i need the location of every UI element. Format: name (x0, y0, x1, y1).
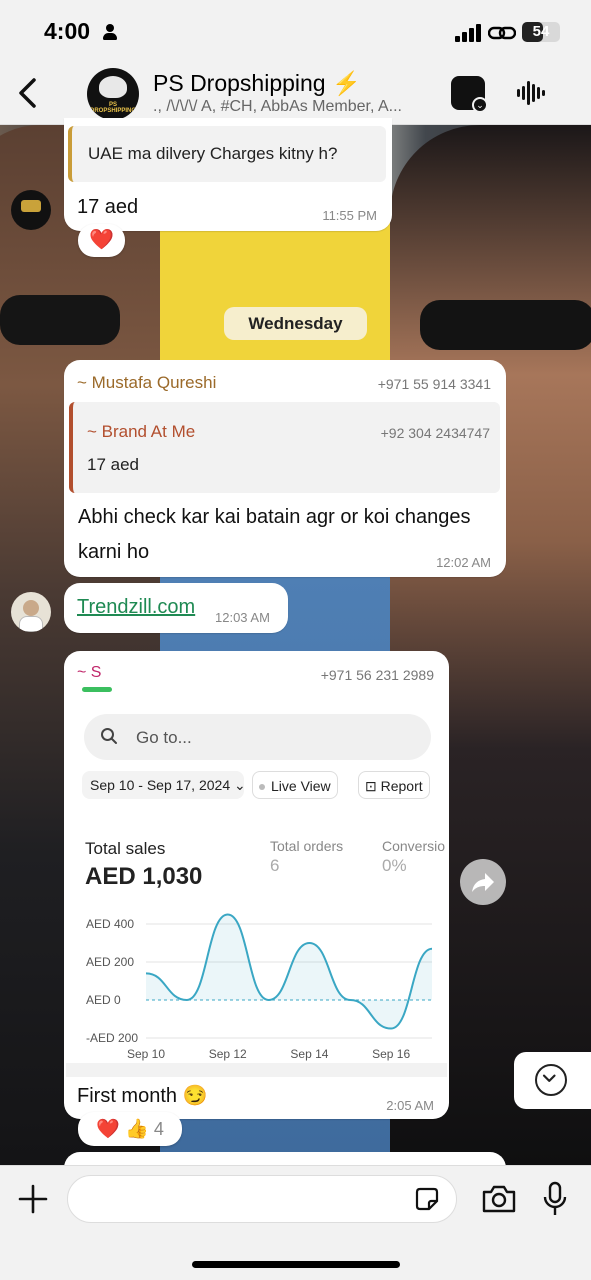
group-title[interactable]: PS Dropshipping ⚡ (153, 70, 361, 97)
date-divider: Wednesday (224, 307, 367, 340)
message-text: First month 😏 (77, 1085, 208, 1107)
quoted-phone: +92 304 2434747 (380, 425, 490, 441)
reaction-badge[interactable]: ❤️ 👍 4 (78, 1112, 182, 1146)
person-icon (103, 24, 117, 40)
reaction-badge[interactable]: ❤️ (78, 224, 125, 257)
total-sales-value: AED 1,030 (85, 863, 203, 890)
shared-screenshot[interactable]: Go to... Sep 10 - Sep 17, 2024 ⌄ Live Vi… (66, 681, 447, 1077)
chevron-down-icon: ⌄ (234, 777, 246, 793)
total-orders-value: 6 (270, 856, 280, 875)
forward-button[interactable] (460, 859, 506, 905)
message-text-line2: karni ho (78, 541, 150, 563)
message-bubble[interactable]: Trendzill.com 12:03 AM (64, 583, 288, 633)
quoted-sender: ~ Brand At Me (87, 422, 196, 441)
community-icon[interactable]: ⌄ (451, 76, 488, 113)
quoted-message[interactable]: ~ Brand At Me +92 304 2434747 17 aed (69, 402, 500, 493)
group-name: PS Dropshipping (153, 70, 326, 96)
search-input: Go to... (84, 714, 431, 760)
conversion-label: Conversio (382, 838, 446, 854)
sender-name[interactable]: ~ Mustafa Qureshi (77, 373, 216, 393)
group-avatar[interactable]: PS DROPSHIPPING (87, 68, 139, 120)
sender-avatar[interactable] (11, 592, 51, 632)
x-tick-label: Sep 12 (209, 1047, 247, 1061)
forward-icon (472, 873, 494, 892)
report-button: ⊡ Report (358, 771, 430, 799)
message-bubble[interactable]: ~ Mustafa Qureshi +971 55 914 3341 ~ Bra… (64, 360, 506, 577)
x-tick-label: Sep 14 (290, 1047, 328, 1061)
sender-phone: +971 55 914 3341 (377, 376, 491, 392)
clock: 4:00 (44, 18, 91, 44)
quoted-text: 17 aed (87, 455, 139, 474)
image-message-bubble[interactable]: ~ S +971 56 231 2989 Go to... Sep 10 - S… (64, 651, 449, 1119)
quoted-message[interactable]: UAE ma dilvery Charges kitny h? (68, 126, 386, 182)
message-link[interactable]: Trendzill.com (77, 596, 195, 619)
status-bar: 4:00 54 (0, 0, 591, 62)
scroll-to-bottom-button[interactable] (514, 1052, 591, 1109)
x-tick-label: Sep 10 (127, 1047, 165, 1061)
chevron-down-icon (535, 1064, 567, 1096)
message-text-line1: Abhi check kar kai batain agr or koi cha… (78, 506, 471, 528)
sales-line-chart: AED 400 AED 200 AED 0 -AED 200 Sep 10 Sep 12 S… (86, 913, 433, 1061)
report-icon: ⊡ (365, 778, 377, 794)
battery-icon: 54 (522, 22, 560, 42)
link-icon (488, 26, 516, 40)
sender-avatar[interactable] (11, 190, 51, 230)
x-tick-label: Sep 16 (372, 1047, 410, 1061)
voice-chat-icon[interactable] (517, 80, 545, 106)
message-bubble[interactable]: UAE ma dilvery Charges kitny h? 17 aed 1… (64, 118, 392, 231)
message-time: 12:03 AM (215, 610, 270, 625)
y-tick-label: AED 200 (86, 955, 134, 969)
y-tick-label: AED 0 (86, 993, 121, 1007)
signal-icon (455, 24, 483, 42)
message-time: 11:55 PM (322, 208, 377, 223)
date-range-select: Sep 10 - Sep 17, 2024 ⌄ (82, 771, 246, 799)
message-text: 17 aed (77, 196, 139, 218)
bolt-emoji: ⚡ (332, 70, 361, 96)
message-time: 2:05 AM (386, 1098, 434, 1113)
back-icon[interactable] (14, 76, 42, 110)
camera-icon[interactable] (481, 1184, 517, 1214)
total-sales-label: Total sales (85, 839, 166, 858)
chat-header: PS DROPSHIPPING PS Dropshipping ⚡ ., /\/… (0, 62, 591, 125)
microphone-icon[interactable] (542, 1181, 568, 1217)
message-input-bar (0, 1165, 591, 1280)
conversion-value: 0% (382, 856, 407, 875)
y-tick-label: -AED 200 (86, 1031, 138, 1045)
group-members[interactable]: ., /\/\/\/ A, #CH, AbbAs Member, A... (153, 98, 438, 116)
search-icon (101, 728, 117, 744)
total-orders-label: Total orders (270, 838, 344, 854)
y-tick-label: AED 400 (86, 917, 134, 931)
message-time: 12:02 AM (436, 555, 491, 570)
message-input[interactable] (67, 1175, 457, 1223)
home-indicator (192, 1261, 400, 1268)
sender-name[interactable]: ~ S (77, 664, 101, 682)
sticker-icon[interactable] (414, 1186, 440, 1212)
plus-icon[interactable] (18, 1184, 48, 1214)
live-view-button: Live View (252, 771, 338, 799)
